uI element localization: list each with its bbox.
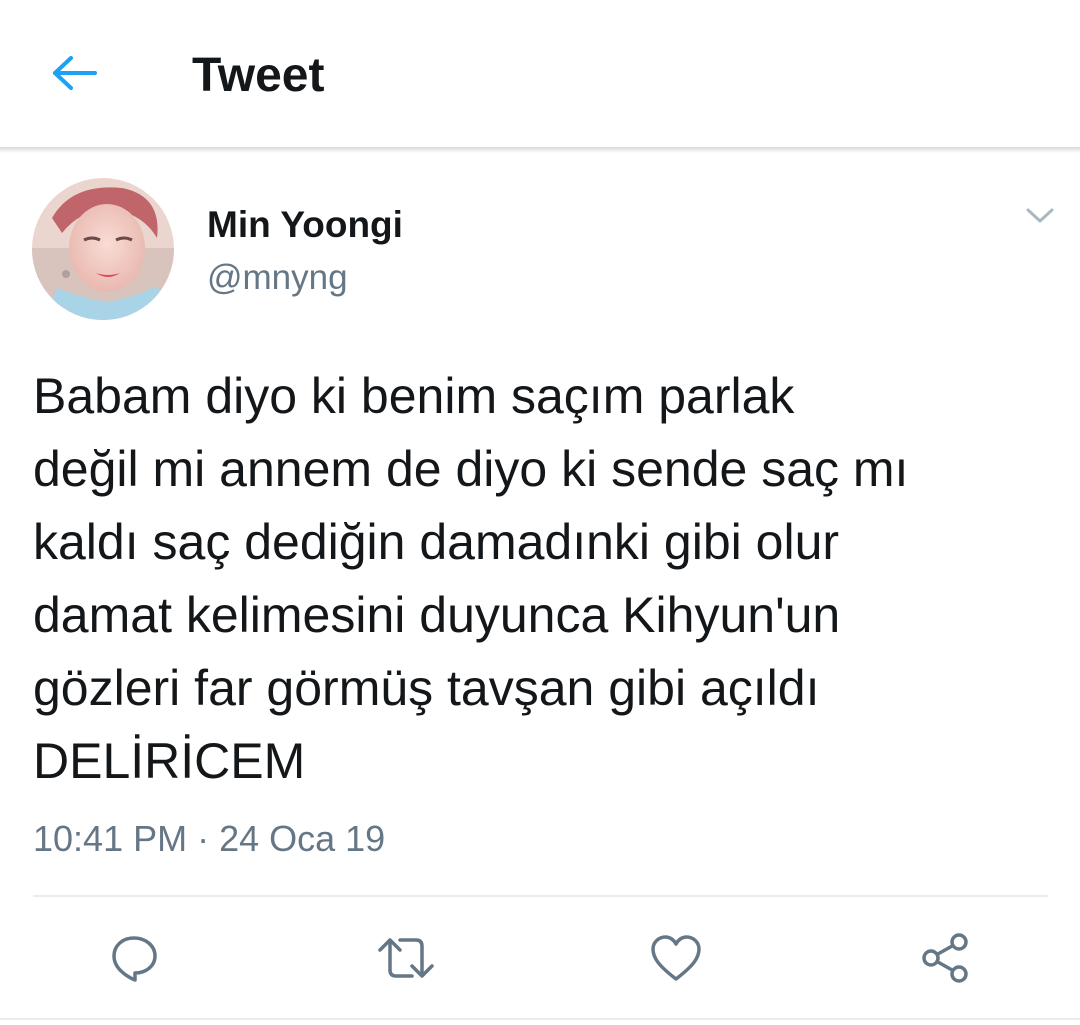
bottom-divider: [0, 1018, 1080, 1020]
divider: [33, 895, 1048, 897]
chevron-down-icon: [1026, 208, 1054, 229]
tweet-timestamp: 10:41 PM · 24 Oca 19: [33, 818, 386, 859]
back-button[interactable]: [40, 45, 110, 105]
tweet-detail-screen: Tweet Min Yoongi @mnyng Babam diyo ki be…: [0, 0, 1080, 1025]
share-icon: [919, 931, 973, 985]
heart-icon: [649, 933, 703, 983]
like-button[interactable]: [646, 928, 706, 988]
avatar[interactable]: [32, 178, 174, 320]
tweet-text: Babam diyo ki benim saçım parlak değil m…: [33, 368, 909, 789]
app-bar-divider: [0, 147, 1080, 153]
author-name[interactable]: Min Yoongi: [207, 203, 403, 247]
share-button[interactable]: [916, 928, 976, 988]
reply-icon: [108, 932, 160, 984]
back-arrow-icon: [51, 53, 99, 98]
retweet-icon: [376, 932, 436, 984]
tweet-menu-button[interactable]: [1015, 196, 1065, 240]
page-title: Tweet: [192, 49, 325, 102]
app-bar: Tweet: [0, 0, 1080, 147]
reply-button[interactable]: [104, 928, 164, 988]
author-handle: @mnyng: [207, 258, 348, 297]
retweet-button[interactable]: [376, 928, 436, 988]
